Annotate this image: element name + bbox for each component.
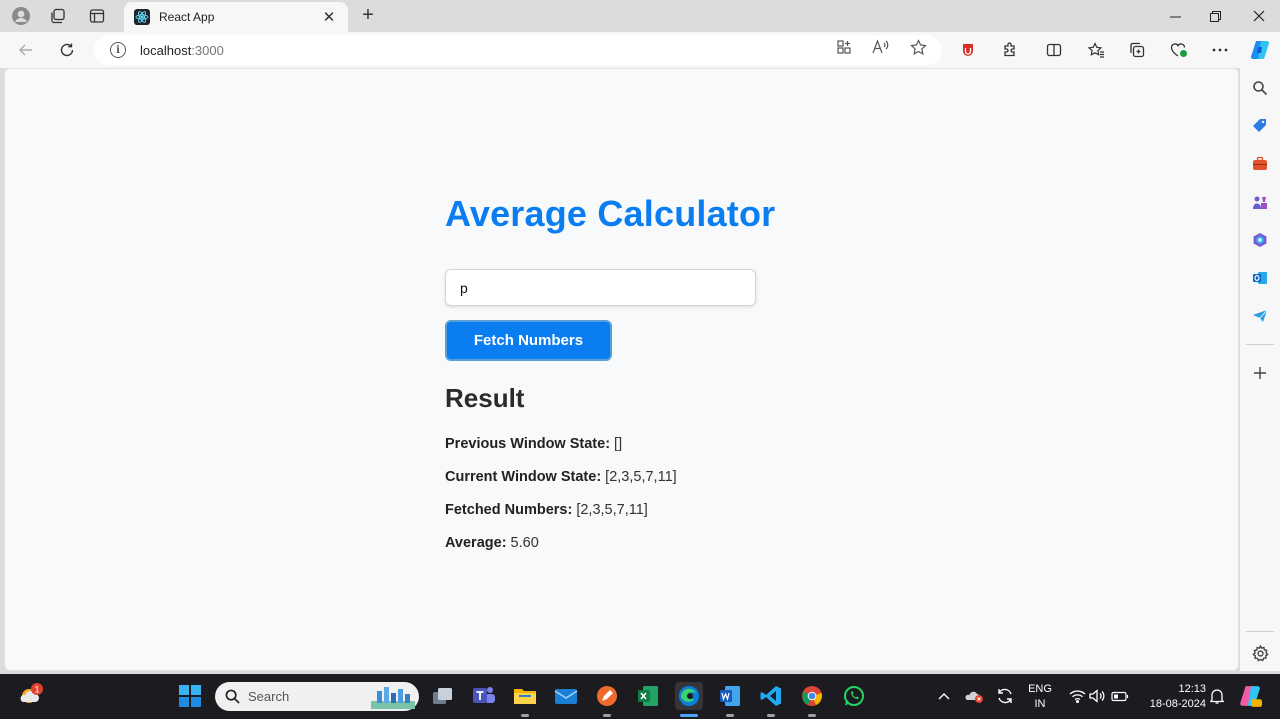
copilot-icon[interactable] [1246,37,1274,63]
battery-icon[interactable] [1106,682,1134,710]
collections-icon[interactable] [1123,37,1151,63]
back-icon[interactable] [12,37,40,63]
taskbar-search-box[interactable]: Search [215,682,419,711]
input-language-indicator[interactable]: ENG IN [1022,682,1058,712]
show-hidden-icons-chevron-icon[interactable] [930,682,958,710]
running-indicator [603,714,611,717]
row-label: Fetched Numbers: [445,502,573,518]
close-window-button[interactable] [1238,0,1280,32]
more-options-icon[interactable] [1206,37,1234,63]
copilot-taskbar-icon[interactable] [1236,682,1264,710]
edge-browser-icon[interactable] [675,682,703,710]
windows-taskbar: 1 Search ENG IN 12:13 18-08-2024 [0,674,1280,719]
tab-actions-icon[interactable] [84,4,110,28]
excel-icon[interactable] [634,682,662,710]
tools-briefcase-icon[interactable] [1250,154,1270,174]
restore-button[interactable] [1194,0,1236,32]
weather-badge: 1 [34,685,39,695]
minimize-button[interactable] [1154,0,1196,32]
split-screen-icon[interactable] [1040,37,1068,63]
send-telegram-icon[interactable] [1250,306,1270,326]
file-explorer-icon[interactable] [511,682,539,710]
clock[interactable]: 12:13 18-08-2024 [1138,682,1206,712]
fetched-numbers-row: Fetched Numbers: [2,3,5,7,11] [445,502,805,518]
tab-title: React App [159,10,215,24]
draw-pen-app-icon[interactable] [593,682,621,710]
mail-icon[interactable] [552,682,580,710]
number-type-input[interactable] [445,269,756,306]
add-sidebar-app-icon[interactable] [1250,363,1270,383]
refresh-icon[interactable] [53,37,81,63]
weather-widget-icon[interactable]: 1 [16,682,44,710]
sync-icon[interactable] [991,682,1019,710]
average-calculator-app: Average Calculator Fetch Numbers Result … [445,193,805,568]
games-icon[interactable] [1250,192,1270,212]
sidebar-settings-gear-icon[interactable] [1250,643,1270,663]
new-tab-button[interactable]: + [356,4,380,28]
url-host: localhost [140,42,192,58]
favorites-icon[interactable] [1082,37,1110,63]
taskbar-search-label: Search [248,689,290,704]
read-aloud-icon[interactable] [871,38,891,56]
region-code: IN [1034,698,1046,710]
average-row: Average: 5.60 [445,535,805,551]
react-favicon-icon [134,9,150,25]
current-window-state-row: Current Window State: [2,3,5,7,11] [445,469,805,485]
profile-icon[interactable] [8,4,34,28]
language-code: ENG [1028,683,1052,695]
outlook-icon[interactable] [1250,268,1270,288]
site-info-icon[interactable]: i [110,42,126,58]
whatsapp-icon[interactable] [840,682,868,710]
favorite-star-icon[interactable] [908,38,928,56]
running-indicator [767,714,775,717]
page-viewport: Average Calculator Fetch Numbers Result … [4,68,1239,671]
row-value: [2,3,5,7,11] [572,502,648,518]
running-indicator [521,714,529,717]
word-icon[interactable] [716,682,744,710]
microsoft-365-icon[interactable] [1250,230,1270,250]
fetch-numbers-button[interactable]: Fetch Numbers [445,320,612,361]
task-view-icon[interactable] [429,682,457,710]
sidebar-divider [1246,631,1274,632]
tab-strip: React App ✕ + [0,0,1280,32]
row-value: 5.60 [506,535,539,551]
clock-date: 18-08-2024 [1149,698,1206,710]
sidebar-divider [1246,344,1274,345]
clock-time: 12:13 [1178,683,1206,695]
teams-icon[interactable] [470,682,498,710]
address-bar[interactable]: i localhost:3000 [94,35,942,65]
row-value: [] [610,436,623,452]
notifications-bell-icon[interactable] [1203,682,1231,710]
search-icon[interactable] [1250,78,1270,98]
edge-sidebar [1240,68,1280,671]
extensions-icon[interactable] [996,37,1024,63]
row-label: Previous Window State: [445,436,611,452]
previous-window-state-row: Previous Window State: [] [445,436,805,452]
running-indicator [808,714,816,717]
chrome-icon[interactable] [798,682,826,710]
taskbar-search-icon [225,689,240,704]
extension-shield-icon[interactable] [954,37,982,63]
row-label: Current Window State: [445,469,602,485]
row-label: Average: [445,535,507,551]
start-button-windows-icon[interactable] [176,682,204,710]
page-title: Average Calculator [445,193,776,234]
app-available-icon[interactable] [834,38,854,56]
row-value: [2,3,5,7,11] [601,469,677,485]
vscode-icon[interactable] [757,682,785,710]
workspaces-icon[interactable] [45,4,71,28]
search-highlight-city-icon [371,687,415,709]
browser-essentials-icon[interactable] [1165,37,1193,63]
url-port: :3000 [191,42,224,58]
close-tab-icon[interactable]: ✕ [320,8,338,26]
tab-react-app[interactable]: React App ✕ [124,2,348,32]
browser-toolbar: i localhost:3000 [0,32,1280,68]
running-indicator [726,714,734,717]
result-heading: Result [445,383,525,413]
active-indicator [680,714,698,717]
onedrive-error-icon[interactable] [960,682,988,710]
shopping-tag-icon[interactable] [1250,116,1270,136]
